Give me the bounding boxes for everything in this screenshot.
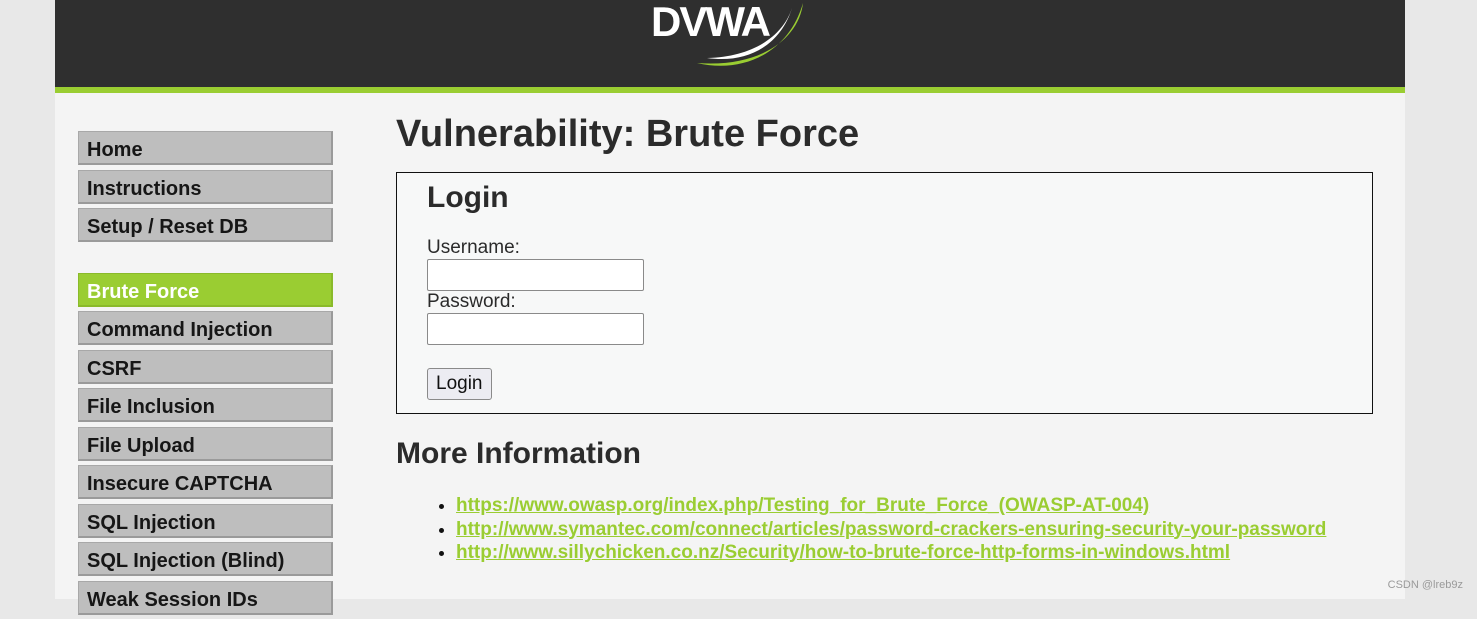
sidebar-item-command-injection[interactable]: Command Injection (78, 311, 333, 345)
menu-spacer (78, 247, 333, 273)
sidebar-item-weak-session-ids[interactable]: Weak Session IDs (78, 580, 333, 615)
list-item: https://www.owasp.org/index.php/Testing_… (456, 494, 1326, 518)
symantec-link[interactable]: http://www.symantec.com/connect/articles… (456, 519, 1326, 540)
username-input[interactable] (427, 259, 644, 291)
sidebar-item-file-inclusion[interactable]: File Inclusion (78, 388, 333, 422)
more-information-list: https://www.owasp.org/index.php/Testing_… (396, 494, 1326, 565)
sidebar-item-brute-force[interactable]: Brute Force (78, 272, 333, 307)
login-form-box: Login Username: Password: Login (396, 172, 1373, 414)
sidebar-item-sql-injection-blind[interactable]: SQL Injection (Blind) (78, 542, 333, 576)
more-information-heading: More Information (396, 437, 641, 470)
username-label: Username: (427, 237, 520, 258)
watermark: CSDN @lreb9z (1387, 579, 1463, 591)
sidebar-item-home[interactable]: Home (78, 131, 333, 165)
page-container: DVWA Home Instructions Setup / Reset DB … (55, 0, 1405, 615)
sidebar-item-csrf[interactable]: CSRF (78, 349, 333, 384)
sidebar-item-instructions[interactable]: Instructions (78, 169, 333, 204)
password-label: Password: (427, 291, 516, 312)
list-item: http://www.sillychicken.co.nz/Security/h… (456, 541, 1326, 565)
sillychicken-link[interactable]: http://www.sillychicken.co.nz/Security/h… (456, 542, 1230, 563)
list-item: http://www.symantec.com/connect/articles… (456, 518, 1326, 542)
sidebar-item-sql-injection[interactable]: SQL Injection (78, 503, 333, 538)
login-heading: Login (427, 181, 509, 214)
owasp-link[interactable]: https://www.owasp.org/index.php/Testing_… (456, 495, 1149, 516)
logo-text: DVWA (651, 0, 771, 45)
sidebar-menu: Home Instructions Setup / Reset DB Brute… (78, 131, 333, 619)
page-title: Vulnerability: Brute Force (396, 113, 860, 155)
sidebar-item-insecure-captcha[interactable]: Insecure CAPTCHA (78, 465, 333, 499)
sidebar-item-setup[interactable]: Setup / Reset DB (78, 208, 333, 242)
password-input[interactable] (427, 313, 644, 345)
dvwa-logo[interactable]: DVWA (649, 0, 819, 70)
sidebar-item-file-upload[interactable]: File Upload (78, 426, 333, 461)
login-button[interactable]: Login (427, 368, 492, 400)
header-bar: DVWA (55, 0, 1405, 93)
